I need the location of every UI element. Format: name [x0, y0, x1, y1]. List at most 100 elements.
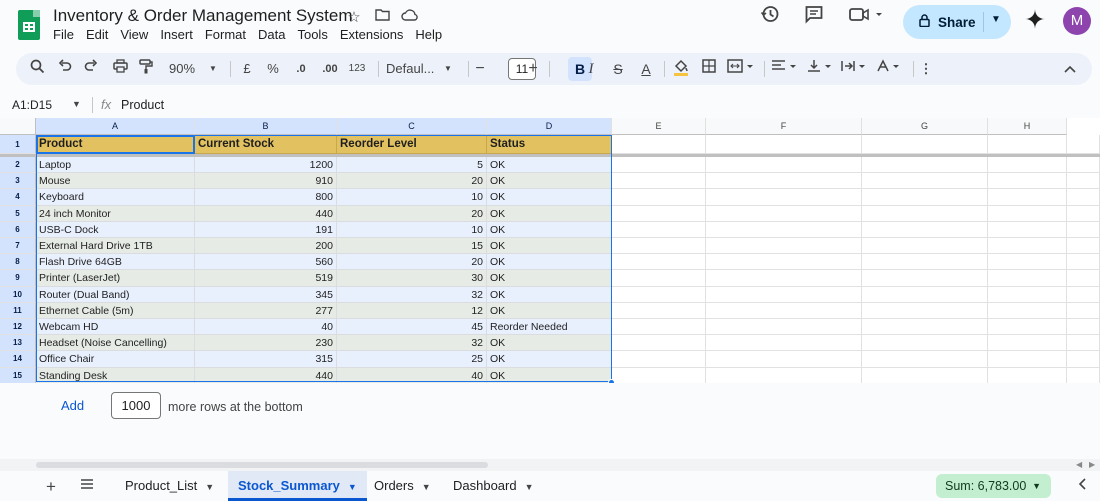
- column-header-g[interactable]: G: [862, 118, 988, 135]
- data-cell-reorder[interactable]: 25: [337, 351, 487, 368]
- name-box-dropdown-icon[interactable]: ▼: [72, 99, 81, 109]
- decrease-decimal-button[interactable]: .0: [291, 59, 311, 79]
- data-cell-reorder[interactable]: 30: [337, 270, 487, 287]
- data-cell-reorder[interactable]: 5: [337, 157, 487, 174]
- empty-cell[interactable]: [862, 270, 988, 287]
- data-cell-product[interactable]: Router (Dual Band): [36, 286, 195, 303]
- data-cell-product[interactable]: Webcam HD: [36, 319, 195, 336]
- borders-icon[interactable]: [701, 59, 717, 79]
- text-wrapping-icon[interactable]: [841, 59, 869, 79]
- empty-cell[interactable]: [862, 238, 988, 255]
- empty-cell[interactable]: [706, 319, 862, 336]
- font-family-select[interactable]: Defaul...: [386, 59, 436, 79]
- row-header[interactable]: 7: [0, 238, 36, 255]
- data-cell-status[interactable]: OK: [487, 189, 612, 206]
- zoom-select[interactable]: 90%: [166, 59, 198, 79]
- empty-cell[interactable]: [988, 205, 1067, 222]
- font-dropdown-icon[interactable]: ▼: [443, 59, 453, 79]
- empty-cell[interactable]: [1067, 367, 1100, 384]
- zoom-dropdown-icon[interactable]: ▼: [208, 59, 218, 79]
- empty-cell[interactable]: [706, 302, 862, 319]
- header-cell-reorder-level[interactable]: Reorder Level: [337, 135, 487, 154]
- column-header-h[interactable]: H: [988, 118, 1067, 135]
- empty-cell[interactable]: [988, 135, 1067, 154]
- empty-cell[interactable]: [862, 221, 988, 238]
- empty-cell[interactable]: [706, 286, 862, 303]
- text-color-button[interactable]: A: [638, 59, 654, 79]
- empty-cell[interactable]: [862, 157, 988, 174]
- data-cell-status[interactable]: OK: [487, 270, 612, 287]
- spreadsheet-grid[interactable]: A B C D E F G H 1 Product Current Stock Reorder Lev…: [0, 118, 1100, 386]
- header-cell-current-stock[interactable]: Current Stock: [195, 135, 337, 154]
- strikethrough-button[interactable]: S: [611, 59, 625, 79]
- empty-cell[interactable]: [862, 319, 988, 336]
- menu-format[interactable]: Format: [205, 27, 246, 42]
- empty-cell[interactable]: [1067, 157, 1100, 174]
- redo-icon[interactable]: [82, 59, 100, 79]
- data-cell-stock[interactable]: 440: [195, 205, 337, 222]
- empty-cell[interactable]: [612, 302, 706, 319]
- name-box[interactable]: A1:D15: [12, 98, 52, 112]
- data-cell-stock[interactable]: 345: [195, 286, 337, 303]
- data-cell-reorder[interactable]: 10: [337, 221, 487, 238]
- format-currency-button[interactable]: £: [240, 59, 254, 79]
- row-header[interactable]: 10: [0, 286, 36, 303]
- scroll-right-icon[interactable]: ▶: [1089, 460, 1095, 469]
- empty-cell[interactable]: [612, 270, 706, 287]
- empty-cell[interactable]: [988, 302, 1067, 319]
- data-cell-product[interactable]: Mouse: [36, 173, 195, 190]
- avatar[interactable]: M: [1063, 7, 1091, 35]
- data-cell-status[interactable]: OK: [487, 238, 612, 255]
- data-cell-status[interactable]: OK: [487, 302, 612, 319]
- data-cell-stock[interactable]: 40: [195, 319, 337, 336]
- tab-dropdown-icon[interactable]: ▼: [525, 482, 534, 492]
- add-sheet-icon[interactable]: +: [46, 477, 56, 497]
- data-cell-status[interactable]: OK: [487, 367, 612, 384]
- more-formats-button[interactable]: 123: [347, 59, 367, 79]
- data-cell-product[interactable]: External Hard Drive 1TB: [36, 238, 195, 255]
- empty-cell[interactable]: [706, 367, 862, 384]
- row-header[interactable]: 11: [0, 302, 36, 319]
- empty-cell[interactable]: [706, 189, 862, 206]
- sum-dropdown-icon[interactable]: ▼: [1032, 474, 1041, 498]
- data-cell-stock[interactable]: 200: [195, 238, 337, 255]
- row-header[interactable]: 6: [0, 221, 36, 238]
- column-header-a[interactable]: A: [36, 118, 195, 135]
- empty-cell[interactable]: [612, 335, 706, 352]
- data-cell-status[interactable]: OK: [487, 351, 612, 368]
- data-cell-stock[interactable]: 191: [195, 221, 337, 238]
- data-cell-reorder[interactable]: 20: [337, 254, 487, 271]
- row-header[interactable]: 4: [0, 189, 36, 206]
- empty-cell[interactable]: [612, 135, 706, 154]
- empty-cell[interactable]: [1067, 173, 1100, 190]
- menu-file[interactable]: File: [53, 27, 74, 42]
- empty-cell[interactable]: [862, 205, 988, 222]
- header-cell-status[interactable]: Status: [487, 135, 612, 154]
- empty-cell[interactable]: [862, 351, 988, 368]
- data-cell-product[interactable]: USB-C Dock: [36, 221, 195, 238]
- data-cell-product[interactable]: Headset (Noise Cancelling): [36, 335, 195, 352]
- sheet-tab-orders[interactable]: Orders ▼: [364, 471, 441, 501]
- empty-cell[interactable]: [988, 319, 1067, 336]
- row-header[interactable]: 1: [0, 135, 36, 154]
- data-cell-stock[interactable]: 277: [195, 302, 337, 319]
- search-menus-icon[interactable]: [28, 59, 46, 79]
- empty-cell[interactable]: [1067, 221, 1100, 238]
- document-title[interactable]: Inventory & Order Management System: [53, 6, 353, 26]
- data-cell-reorder[interactable]: 20: [337, 205, 487, 222]
- sheet-tab-stock-summary[interactable]: Stock_Summary ▼: [228, 471, 367, 501]
- empty-cell[interactable]: [1067, 270, 1100, 287]
- empty-cell[interactable]: [706, 221, 862, 238]
- empty-cell[interactable]: [862, 189, 988, 206]
- data-cell-reorder[interactable]: 12: [337, 302, 487, 319]
- data-cell-reorder[interactable]: 40: [337, 367, 487, 384]
- row-header[interactable]: 14: [0, 351, 36, 368]
- merge-cells-icon[interactable]: [727, 59, 755, 79]
- data-cell-status[interactable]: OK: [487, 254, 612, 271]
- empty-cell[interactable]: [706, 173, 862, 190]
- empty-cell[interactable]: [612, 254, 706, 271]
- empty-cell[interactable]: [1067, 351, 1100, 368]
- data-cell-stock[interactable]: 910: [195, 173, 337, 190]
- data-cell-product[interactable]: Office Chair: [36, 351, 195, 368]
- data-cell-product[interactable]: Printer (LaserJet): [36, 270, 195, 287]
